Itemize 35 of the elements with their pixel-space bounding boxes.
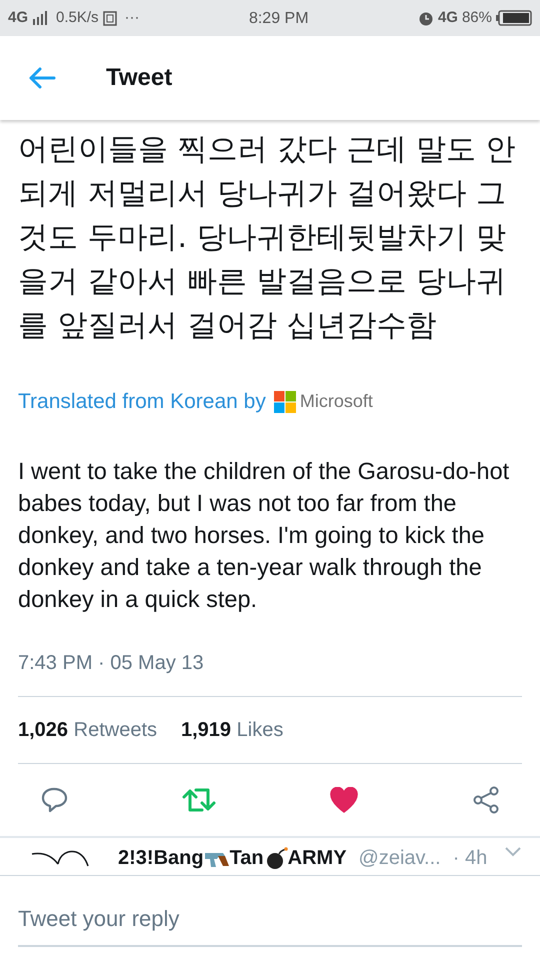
reply-time: · 4h — [452, 846, 488, 870]
battery-percent: 86% — [462, 8, 492, 28]
tweet-text-line: 것도 두마리. 당나귀한테뒷발차기 맞 — [18, 219, 508, 257]
back-button[interactable] — [28, 67, 56, 89]
translation-label: Translated from Korean by — [18, 389, 266, 415]
back-arrow-icon — [28, 67, 56, 89]
user-handle: @zeiav... — [358, 846, 441, 870]
tweet-text-line: 되게 저멀리서 당나귀가 걸어왔다 그 — [18, 175, 508, 213]
translated-text: I went to take the children of the Garosu-do-hot babes today, but I was not too far from the donkey, and two horses. I'm going to kick the donkey and take a ten-year walk through the donkey in a quick step. — [17, 456, 510, 614]
data-label: 4G — [438, 8, 458, 28]
retweet-button[interactable] — [182, 786, 216, 814]
signal-icon — [32, 11, 48, 25]
battery-icon — [496, 10, 532, 26]
tweet-text-line: 어린이들을 찍으러 갔다 근데 말도 안 — [18, 131, 517, 169]
user-name: Tan — [230, 846, 264, 870]
network-label: 4G — [8, 8, 28, 28]
translator-name: Microsoft — [300, 390, 373, 414]
reply-button[interactable] — [40, 786, 68, 814]
more-indicator: ··· — [124, 8, 140, 28]
chevron-down-icon — [504, 846, 522, 858]
tweet-text-line: 을거 같아서 빠른 발걸음으로 당나귀 — [18, 263, 508, 301]
network-speed: 0.5K/s — [56, 8, 99, 28]
page-title: Tweet — [106, 63, 172, 93]
stat-count: 1,919 Likes — [181, 718, 284, 742]
sim-icon — [102, 10, 117, 26]
alarm-icon — [418, 10, 434, 26]
user-name: 2!3!Bang — [118, 846, 204, 870]
share-button[interactable] — [472, 786, 500, 814]
like-button[interactable] — [330, 786, 358, 812]
tweet-timestamp: 7:43 PM · 05 May 13 — [17, 650, 205, 676]
windows-logo-icon — [274, 390, 296, 413]
status-time: 8:29 PM — [248, 10, 309, 27]
stat-count: 1,026 Retweets — [18, 718, 157, 742]
tweet-text-line: 를 앞질러서 걸어감 십년감수함 — [18, 307, 438, 345]
user-name: ARMY — [288, 846, 347, 870]
